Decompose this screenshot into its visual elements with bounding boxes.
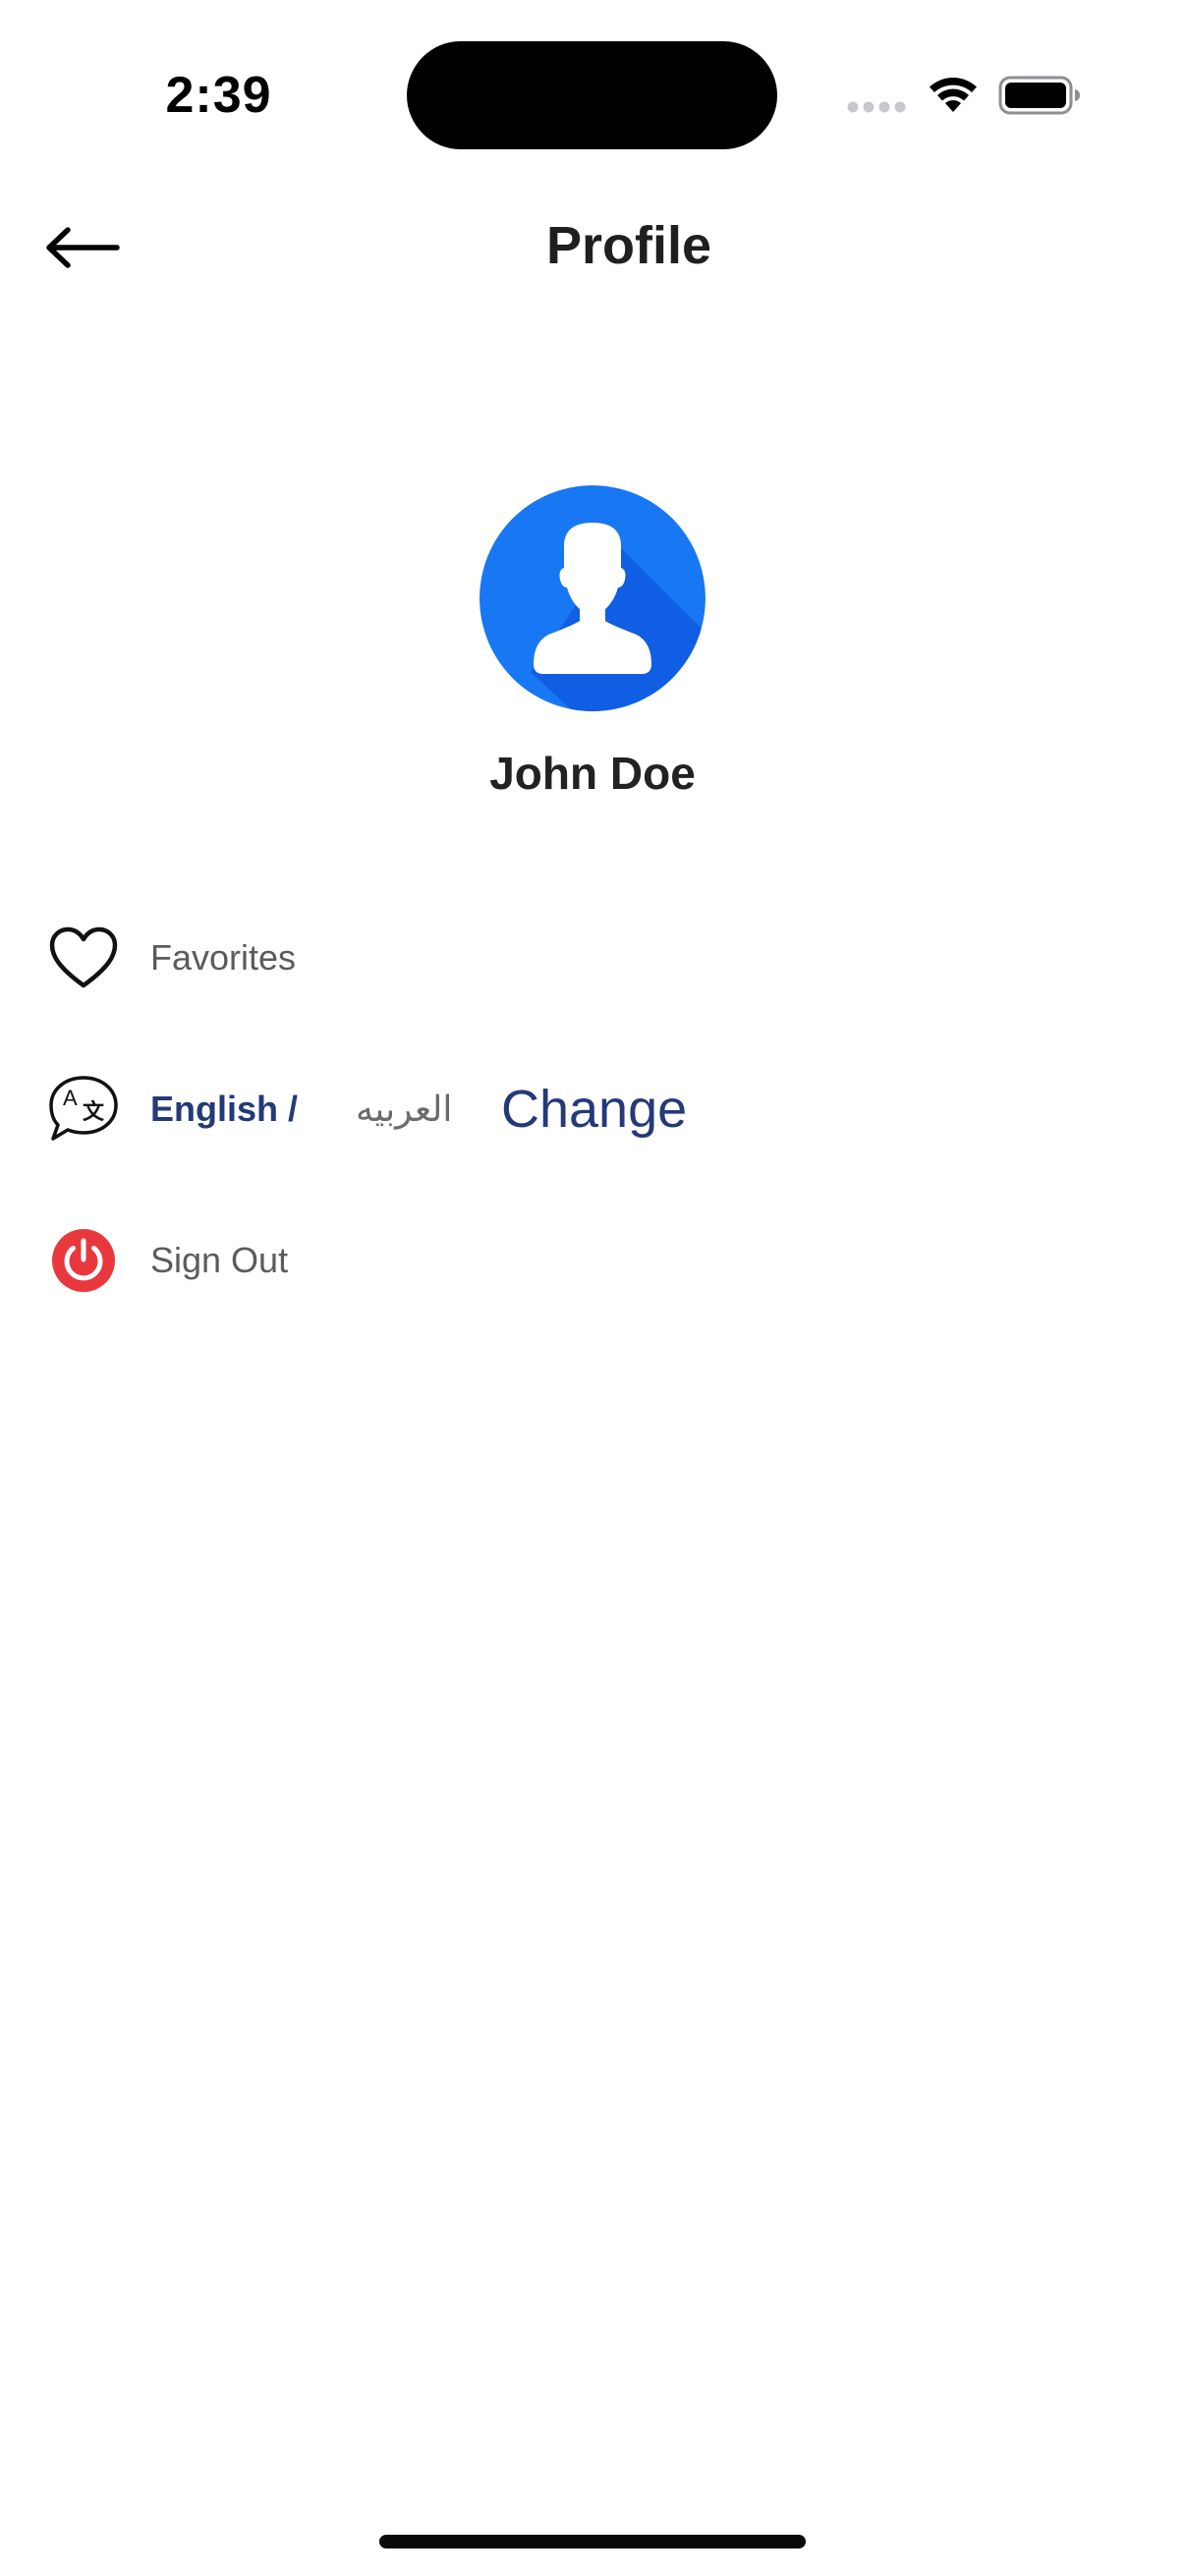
heart-icon [49,926,118,988]
dynamic-island [407,41,777,149]
avatar [480,485,705,711]
battery-icon [998,76,1080,115]
page-title: Profile [545,216,712,275]
power-icon [52,1229,115,1292]
svg-text:文: 文 [83,1099,105,1125]
status-time: 2:39 [165,67,272,124]
sign-out-link[interactable]: Sign Out [150,1231,288,1290]
translate-icon: A 文 [49,1076,118,1141]
arrow-left-icon [46,227,120,268]
svg-text:A: A [63,1086,78,1110]
favorites-row-icon[interactable] [47,922,120,994]
favorites-link[interactable]: Favorites [150,928,296,987]
language-arabic-option[interactable]: العربيه [356,1080,452,1139]
wifi-icon [930,77,977,112]
user-name: John Doe [489,748,696,799]
home-indicator[interactable] [379,2535,806,2548]
sign-out-row-icon[interactable] [47,1224,120,1297]
change-language-button[interactable]: Change [501,1071,687,1148]
cellular-signal-icon [847,101,906,113]
language-english-option[interactable]: English / [150,1080,298,1139]
user-silhouette-icon [480,485,705,711]
back-button[interactable] [37,218,126,277]
language-row-icon: A 文 [47,1073,120,1146]
